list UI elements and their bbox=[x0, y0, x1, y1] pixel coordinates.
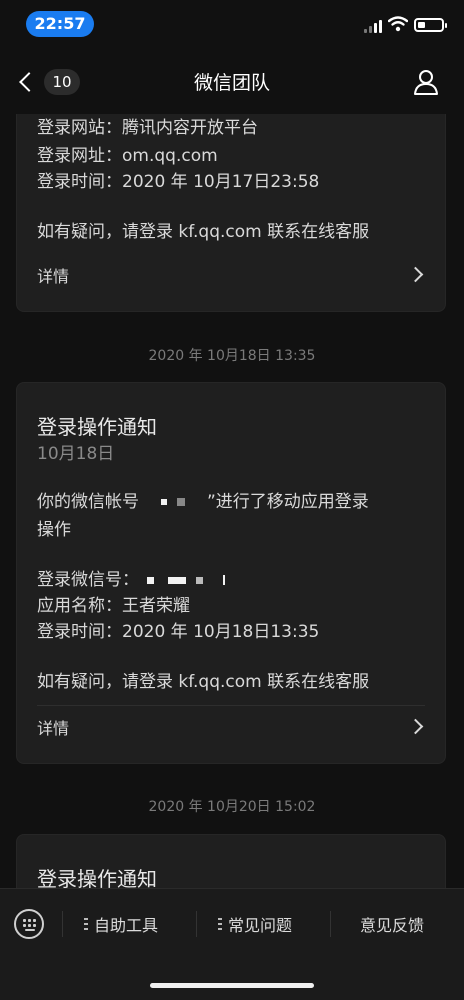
help-line: 如有疑问，请登录 kf.qq.com 联系在线客服 bbox=[37, 672, 370, 692]
divider bbox=[37, 705, 425, 706]
wechat-id-label: 登录微信号： bbox=[37, 570, 139, 590]
message-timestamp: 2020 年 10月18日 13:35 bbox=[148, 348, 316, 364]
card-title: 登录操作通知 bbox=[37, 415, 157, 439]
keyboard-icon[interactable] bbox=[14, 909, 44, 939]
status-bar: 22:57 bbox=[0, 0, 464, 48]
details-label: 详情 bbox=[37, 719, 70, 738]
body-line-2: 操作 bbox=[37, 520, 71, 540]
login-time-line: 登录时间：2020 年 10月17日23:58 bbox=[37, 172, 320, 192]
wifi-icon bbox=[388, 16, 408, 32]
home-indicator[interactable] bbox=[150, 983, 314, 988]
body-line-1: 你的微信帐号 ”进行了移动应用登录 bbox=[37, 487, 369, 512]
nav-bar: 10 微信团队 bbox=[0, 48, 464, 114]
menu-label: 常见问题 bbox=[228, 916, 293, 935]
divider bbox=[196, 911, 197, 937]
divider bbox=[330, 911, 331, 937]
menu-faq[interactable]: 常见问题 bbox=[218, 911, 292, 937]
redaction-mark bbox=[147, 576, 154, 584]
help-line: 如有疑问，请登录 kf.qq.com 联系在线客服 bbox=[37, 222, 370, 242]
wechat-id-line: 登录微信号： bbox=[37, 565, 225, 590]
app-name-line: 应用名称：王者荣耀 bbox=[37, 596, 190, 616]
login-site-line: 登录网站：腾讯内容开放平台 bbox=[37, 118, 258, 138]
status-time: 22:57 bbox=[26, 11, 94, 37]
body-prefix: 你的微信帐号 bbox=[37, 492, 139, 512]
bottom-menu-bar: 自助工具 常见问题 意见反馈 bbox=[0, 888, 464, 1000]
menu-list-icon bbox=[84, 918, 90, 930]
menu-self-service[interactable]: 自助工具 bbox=[84, 911, 158, 937]
login-time-line: 登录时间：2020 年 10月18日13:35 bbox=[37, 622, 320, 642]
divider bbox=[62, 911, 63, 937]
battery-icon bbox=[414, 18, 447, 32]
menu-list-icon bbox=[218, 918, 224, 930]
details-row[interactable]: 详情 bbox=[17, 255, 445, 295]
profile-icon[interactable] bbox=[412, 68, 440, 96]
battery-level bbox=[418, 22, 425, 28]
card-date: 10月18日 bbox=[37, 444, 115, 464]
chevron-right-icon bbox=[407, 266, 424, 283]
menu-feedback[interactable]: 意见反馈 bbox=[360, 911, 424, 937]
login-url-line: 登录网址：om.qq.com bbox=[37, 146, 218, 166]
menu-label: 意见反馈 bbox=[360, 916, 425, 935]
redaction-mark bbox=[161, 499, 167, 505]
body-suffix: ”进行了移动应用登录 bbox=[207, 492, 369, 512]
message-timestamp: 2020 年 10月20日 15:02 bbox=[148, 799, 316, 815]
signal-icon bbox=[364, 19, 384, 33]
details-row[interactable]: 详情 bbox=[17, 707, 445, 747]
details-label: 详情 bbox=[37, 267, 70, 286]
redaction-mark bbox=[196, 576, 203, 584]
chevron-right-icon bbox=[407, 718, 424, 735]
chat-title: 微信团队 bbox=[193, 72, 270, 94]
redaction-mark bbox=[168, 576, 186, 584]
menu-label: 自助工具 bbox=[94, 916, 159, 935]
redaction-mark bbox=[177, 498, 185, 506]
redaction-mark bbox=[223, 575, 225, 585]
message-card-2: 登录操作通知 10月18日 你的微信帐号 ”进行了移动应用登录 操作 登录微信号：… bbox=[16, 382, 446, 764]
